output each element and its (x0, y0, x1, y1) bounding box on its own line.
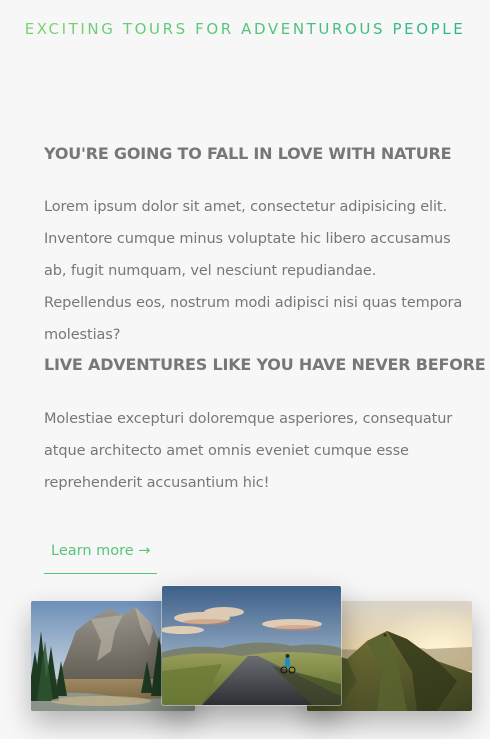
gallery-photo-road[interactable] (161, 585, 342, 706)
section-heading-nature: YOU'RE GOING TO FALL IN LOVE WITH NATURE (44, 144, 452, 163)
section-heading-adventures: LIVE ADVENTURES LIKE YOU HAVE NEVER BEFO… (44, 355, 486, 374)
learn-more-link[interactable]: Learn more → (44, 536, 157, 574)
road-photo-image (162, 586, 341, 705)
paragraph-nature: Lorem ipsum dolor sit amet, consectetur … (44, 199, 463, 343)
section-tagline: EXCITING TOURS FOR ADVENTUROUS PEOPLE (0, 20, 490, 38)
paragraph-adventures: Molestiae excepturi doloremque asperiore… (44, 411, 453, 491)
